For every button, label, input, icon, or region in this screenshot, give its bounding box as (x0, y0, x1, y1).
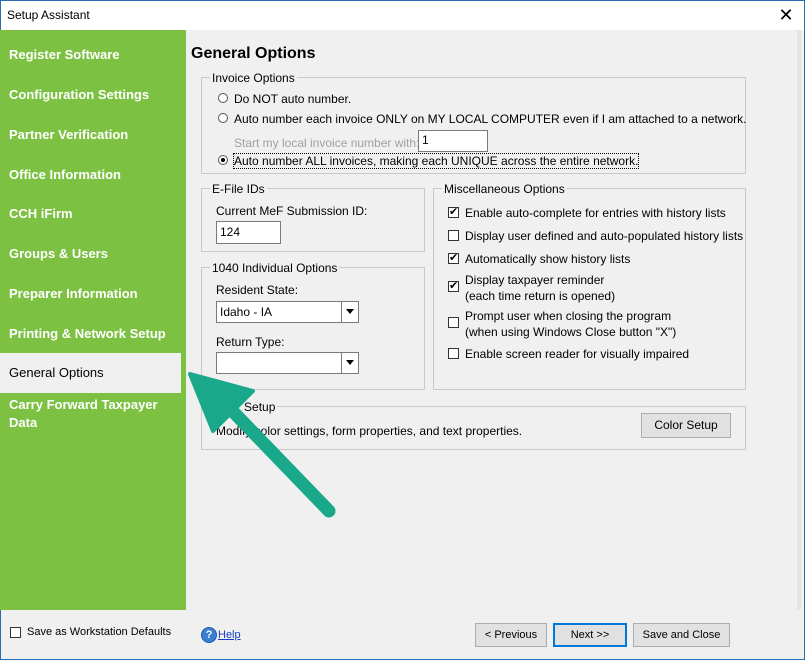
return-type-label: Return Type: (216, 335, 285, 349)
efile-ids-label: E-File IDs (210, 182, 267, 196)
mef-submission-input[interactable]: 124 (216, 221, 281, 244)
radio-network-auto-number-label[interactable]: Auto number ALL invoices, making each UN… (232, 153, 640, 169)
misc-checkbox-show-history-label[interactable]: Automatically show history lists (465, 252, 630, 266)
sidebar-item-office-information[interactable]: Office Information (0, 166, 180, 184)
save-defaults-checkbox[interactable] (10, 627, 21, 638)
resident-state-label: Resident State: (216, 283, 299, 297)
window-title: Setup Assistant (7, 8, 90, 22)
radio-local-auto-number[interactable] (218, 113, 228, 123)
misc-checkbox-autocomplete[interactable]: ✔ (448, 207, 459, 218)
sidebar-item-groups-users[interactable]: Groups & Users (0, 245, 180, 263)
radio-local-auto-number-label[interactable]: Auto number each invoice ONLY on MY LOCA… (234, 112, 746, 126)
radio-no-auto-number[interactable] (218, 93, 228, 103)
sidebar-item-general-options[interactable]: General Options (0, 353, 181, 393)
mef-submission-label: Current MeF Submission ID: (216, 204, 368, 218)
misc-checkbox-taxpayer-reminder-label[interactable]: Display taxpayer reminder (465, 273, 604, 287)
invoice-options-label: Invoice Options (210, 71, 297, 85)
start-invoice-input[interactable]: 1 (418, 130, 488, 152)
sidebar-item-cch-ifirm[interactable]: CCH iFirm (0, 205, 180, 223)
resident-state-value: Idaho - IA (220, 305, 273, 319)
chevron-down-icon[interactable] (341, 302, 358, 322)
sidebar-item-register-software[interactable]: Register Software (0, 46, 180, 64)
sidebar-item-preparer-information[interactable]: Preparer Information (0, 285, 180, 303)
misc-checkbox-prompt-closing-sub: (when using Windows Close button "X") (465, 325, 677, 339)
page-title: General Options (191, 45, 316, 62)
misc-checkbox-screen-reader-label[interactable]: Enable screen reader for visually impair… (465, 347, 689, 361)
misc-checkbox-history-lists[interactable] (448, 230, 459, 241)
sidebar (0, 30, 186, 610)
misc-checkbox-history-lists-label[interactable]: Display user defined and auto-populated … (465, 229, 743, 243)
color-setup-label: Color Setup (210, 400, 278, 414)
sidebar-item-printing-network-setup[interactable]: Printing & Network Setup (0, 325, 180, 343)
color-setup-button[interactable]: Color Setup (641, 413, 731, 438)
misc-checkbox-taxpayer-reminder-sub: (each time return is opened) (465, 289, 616, 303)
radio-no-auto-number-label[interactable]: Do NOT auto number. (234, 92, 351, 106)
misc-checkbox-screen-reader[interactable] (448, 348, 459, 359)
misc-checkbox-show-history[interactable]: ✔ (448, 253, 459, 264)
previous-button[interactable]: < Previous (475, 623, 547, 647)
misc-checkbox-autocomplete-label[interactable]: Enable auto-complete for entries with hi… (465, 206, 726, 220)
sidebar-item-partner-verification[interactable]: Partner Verification (0, 126, 180, 144)
save-defaults-label[interactable]: Save as Workstation Defaults (27, 626, 171, 638)
misc-checkbox-prompt-closing-label[interactable]: Prompt user when closing the program (465, 309, 671, 323)
individual-options-label: 1040 Individual Options (210, 261, 340, 275)
resident-state-select[interactable]: Idaho - IA (216, 301, 359, 323)
sidebar-item-carry-forward-taxpayer-data[interactable]: Carry Forward Taxpayer Data (0, 396, 170, 432)
title-bar: Setup Assistant ✕ (1, 1, 804, 31)
color-setup-description: Modify color settings, form properties, … (216, 424, 523, 438)
save-and-close-button[interactable]: Save and Close (633, 623, 730, 647)
return-type-select[interactable] (216, 352, 359, 374)
close-icon[interactable]: ✕ (776, 4, 796, 26)
scrollbar-track[interactable] (797, 30, 801, 610)
help-icon[interactable]: ? (201, 627, 217, 643)
next-button[interactable]: Next >> (553, 623, 627, 647)
misc-options-label: Miscellaneous Options (442, 182, 567, 196)
help-link[interactable]: Help (218, 629, 241, 641)
chevron-down-icon[interactable] (341, 353, 358, 373)
radio-network-auto-number[interactable] (218, 155, 228, 165)
start-invoice-label: Start my local invoice number with: (234, 136, 420, 150)
sidebar-item-configuration-settings[interactable]: Configuration Settings (0, 86, 180, 104)
misc-checkbox-prompt-closing[interactable] (448, 317, 459, 328)
misc-checkbox-taxpayer-reminder[interactable]: ✔ (448, 281, 459, 292)
